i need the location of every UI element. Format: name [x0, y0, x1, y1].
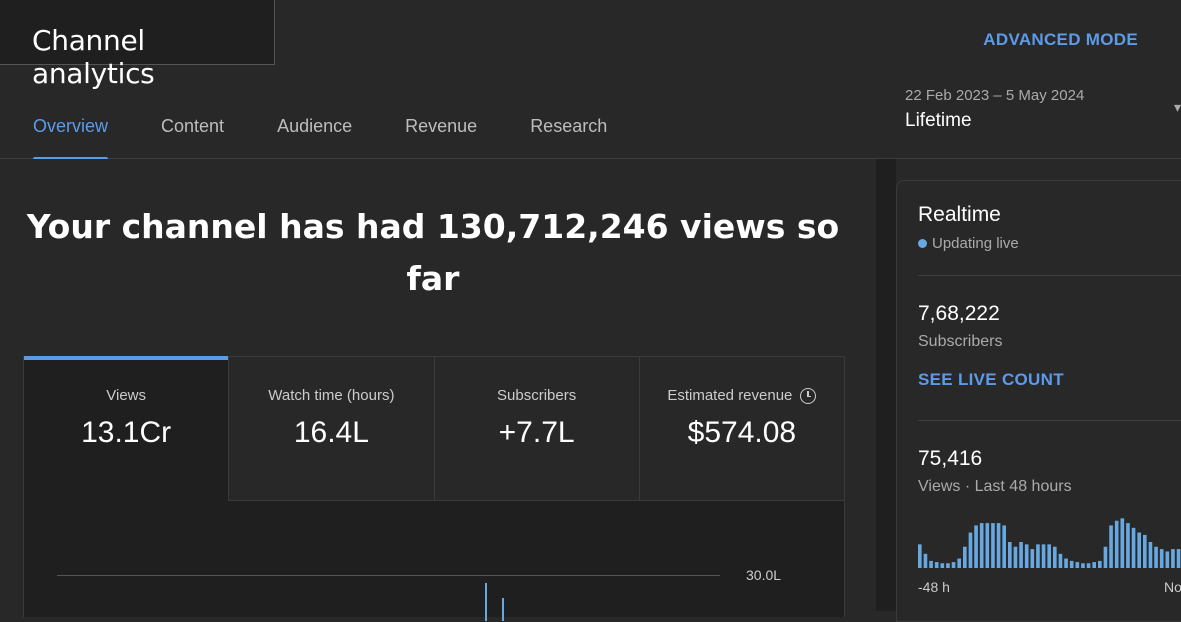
chart-bar[interactable] — [1159, 549, 1164, 568]
live-status: Updating live — [918, 235, 1019, 252]
chart-bar[interactable] — [1024, 544, 1029, 568]
metric-tab-views[interactable]: Views 13.1Cr — [24, 356, 230, 501]
live-dot-icon — [918, 239, 927, 248]
chart-bar[interactable] — [1176, 549, 1181, 568]
chart-bar[interactable] — [1081, 563, 1085, 568]
chart-bar[interactable] — [929, 560, 933, 568]
chart-bar[interactable] — [1109, 525, 1113, 568]
metric-label: Estimated revenue — [667, 387, 793, 404]
chart-bar[interactable] — [1092, 562, 1097, 568]
chart-bar[interactable] — [985, 523, 990, 568]
title-box: Channel analytics — [0, 0, 275, 90]
chart-bar[interactable] — [1137, 532, 1142, 568]
divider — [918, 420, 1181, 421]
chart-bar[interactable] — [923, 553, 928, 568]
chart-bar[interactable] — [1013, 546, 1018, 568]
chart-bar[interactable] — [991, 523, 995, 568]
metric-value: +7.7L — [498, 416, 575, 449]
chart-bar[interactable] — [1058, 553, 1063, 568]
realtime-card: Realtime Updating live 7,68,222 Subscrib… — [896, 180, 1181, 622]
clock-icon[interactable] — [800, 387, 817, 404]
chart-bar[interactable] — [1041, 544, 1046, 568]
chart-bar[interactable] — [979, 523, 984, 568]
chart-bar[interactable] — [1075, 562, 1080, 568]
dropdown-caret-icon[interactable]: ▾ — [1174, 100, 1181, 116]
chart-bar[interactable] — [1171, 549, 1175, 568]
chart-bar[interactable] — [1103, 546, 1108, 568]
chart-bar[interactable] — [1098, 560, 1102, 568]
chart-bar[interactable] — [1165, 551, 1170, 568]
chart-bar[interactable] — [1143, 534, 1147, 568]
metric-value: $574.08 — [687, 416, 797, 449]
top-header: Channel analytics ADVANCED MODE Overview… — [0, 0, 1181, 161]
headline: Your channel has had 130,712,246 views s… — [26, 207, 840, 298]
chart-bar[interactable] — [996, 523, 1001, 568]
chart-bar[interactable] — [940, 563, 945, 568]
chart-bar[interactable] — [918, 544, 922, 568]
tab-audience[interactable]: Audience — [277, 106, 352, 161]
realtime-views-chart — [918, 518, 1181, 568]
metric-value: 13.1Cr — [81, 416, 172, 449]
chart-bar[interactable] — [1154, 546, 1158, 568]
chart-bar[interactable] — [1019, 542, 1023, 568]
axis-right-label: No — [1164, 579, 1181, 595]
metrics-card: Views 13.1Cr Watch time (hours) 16.4L Su… — [23, 356, 845, 621]
metric-tab-subscribers[interactable]: Subscribers +7.7L — [434, 357, 640, 501]
chart-bar[interactable] — [1047, 544, 1052, 568]
chart-bar[interactable] — [1064, 558, 1068, 568]
chart-bar[interactable] — [951, 562, 956, 568]
tab-content[interactable]: Content — [161, 106, 224, 161]
chart-bar[interactable] — [1053, 546, 1057, 568]
metric-value: 16.4L — [293, 416, 369, 449]
tab-overview[interactable]: Overview — [33, 106, 109, 161]
see-live-count-button[interactable]: SEE LIVE COUNT — [918, 370, 1064, 390]
chart-bar[interactable] — [1086, 563, 1091, 568]
chart-bar[interactable] — [1131, 527, 1136, 568]
chart-bar[interactable] — [968, 532, 973, 568]
chart-bar[interactable] — [1030, 549, 1035, 568]
chart-bar[interactable] — [1069, 560, 1074, 568]
subscribers-count: 7,68,222 — [918, 302, 1000, 325]
date-range-label[interactable]: Lifetime — [905, 110, 972, 132]
chart-bar[interactable] — [946, 563, 950, 568]
chart-bar[interactable] — [1114, 520, 1119, 568]
metric-tabs: Views 13.1Cr Watch time (hours) 16.4L Su… — [24, 356, 844, 501]
chart-bar[interactable] — [934, 562, 939, 568]
chart-bar[interactable] — [974, 525, 978, 568]
page-title: Channel analytics — [32, 24, 155, 90]
subscribers-label: Subscribers — [918, 333, 1003, 350]
date-range-text[interactable]: 22 Feb 2023 – 5 May 2024 — [905, 87, 1084, 104]
panel-divider — [876, 159, 896, 611]
metric-label: Views — [106, 387, 146, 404]
metric-tab-watch-time[interactable]: Watch time (hours) 16.4L — [229, 357, 435, 501]
metric-tab-estimated-revenue[interactable]: Estimated revenue $574.08 — [639, 357, 844, 501]
chart-bar[interactable] — [1148, 542, 1153, 568]
advanced-mode-button[interactable]: ADVANCED MODE — [983, 30, 1138, 50]
chart-bar[interactable] — [1126, 523, 1130, 568]
chart-bar[interactable] — [1002, 525, 1007, 568]
tab-bar: Overview Content Audience Revenue Resear… — [33, 106, 660, 161]
chart-bar[interactable] — [1036, 544, 1040, 568]
views-count: 75,416 — [918, 447, 983, 470]
views-chart-svg — [485, 583, 504, 621]
divider — [918, 275, 1181, 276]
live-status-text: Updating live — [932, 235, 1019, 252]
chart-bar[interactable] — [1120, 518, 1125, 568]
chart-bar[interactable] — [957, 558, 962, 568]
metric-label-wrap: Estimated revenue — [667, 387, 817, 404]
tab-revenue[interactable]: Revenue — [405, 106, 477, 161]
views-label: Views · Last 48 hours — [918, 478, 1072, 495]
chart-bar[interactable] — [963, 546, 967, 568]
main-panel: Your channel has had 130,712,246 views s… — [0, 159, 876, 621]
tab-research[interactable]: Research — [530, 106, 607, 161]
metric-label: Subscribers — [497, 387, 577, 404]
chart-bar[interactable] — [1008, 542, 1012, 568]
axis-left-label: -48 h — [918, 579, 950, 595]
realtime-title: Realtime — [918, 203, 1001, 226]
metric-label: Watch time (hours) — [268, 387, 395, 404]
views-chart: 30.0L — [24, 501, 844, 621]
